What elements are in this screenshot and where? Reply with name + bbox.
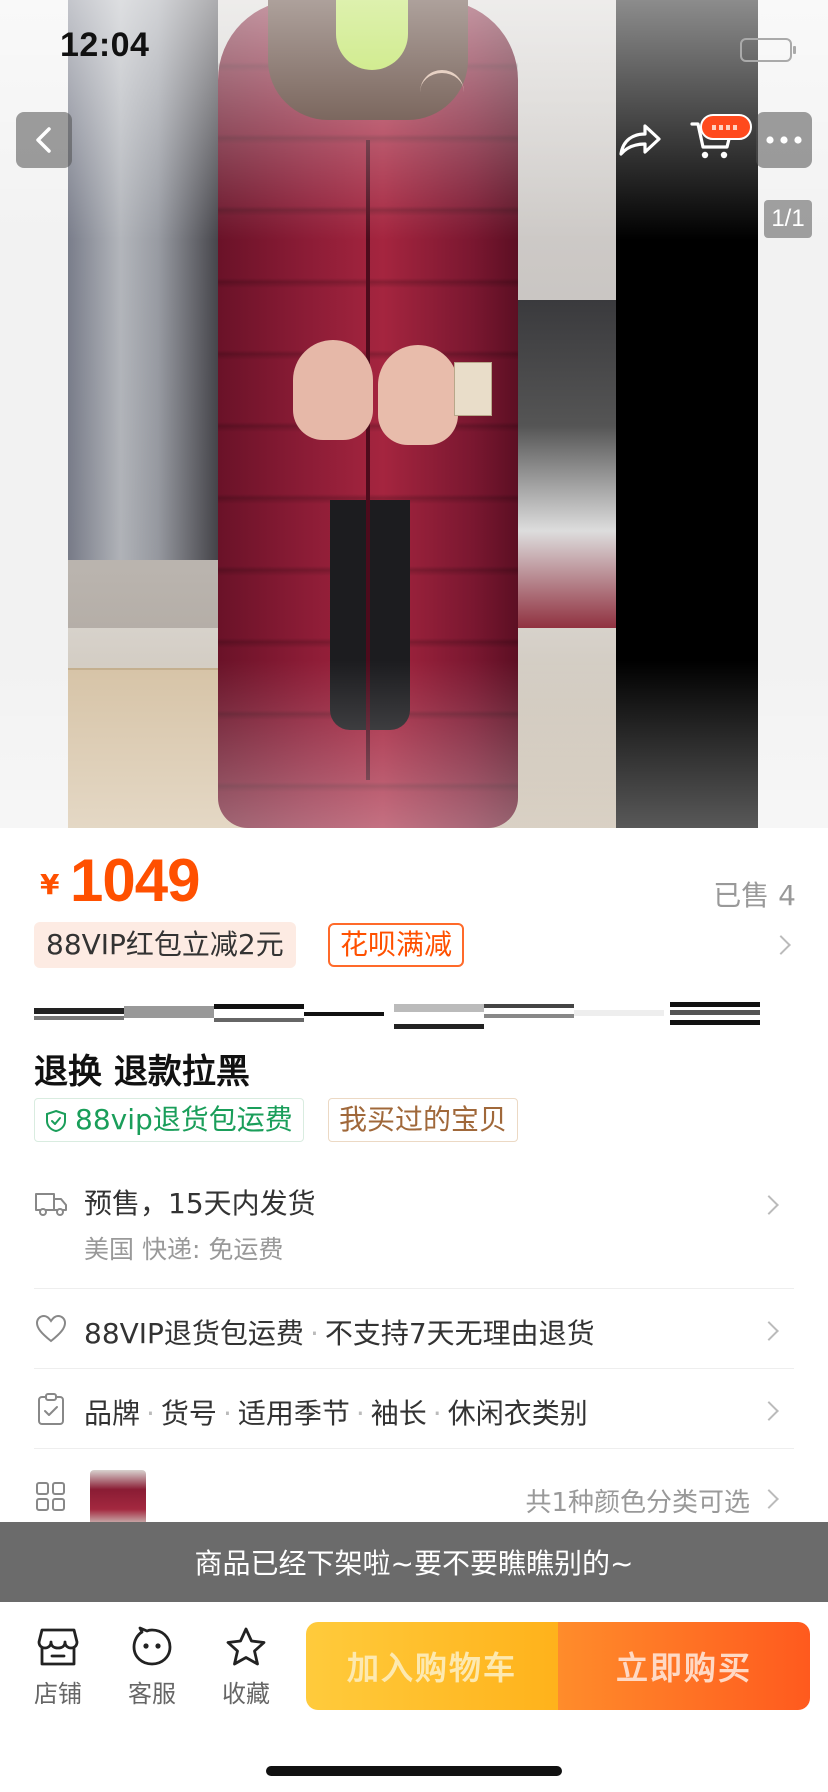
battery-icon <box>740 38 796 62</box>
divider <box>34 1368 794 1369</box>
star-icon <box>226 1627 266 1666</box>
spec-brand: 品牌 <box>84 1397 141 1430</box>
spec-season: 适用季节 <box>237 1397 350 1430</box>
promo-row[interactable]: 88VIP红包立减2元 花呗满减 <box>34 922 796 968</box>
chevron-right-icon <box>759 1401 779 1421</box>
delisted-banner[interactable]: 商品已经下架啦~要不要瞧瞧别的~ <box>0 1522 828 1602</box>
redacted-title-line <box>34 1002 762 1032</box>
truck-icon <box>35 1193 67 1216</box>
shipping-label: 预售，15天内发货 <box>84 1187 316 1220</box>
chevron-left-icon <box>36 127 51 153</box>
divider <box>34 1288 794 1289</box>
free-return-tag: 88vip退货包运费 <box>34 1098 304 1142</box>
favorite-button[interactable]: 收藏 <box>208 1626 284 1709</box>
chevron-right-icon <box>759 1489 779 1509</box>
product-title: 退换 退款拉黑 <box>34 1052 250 1092</box>
back-button[interactable] <box>16 112 72 168</box>
variants-row[interactable]: 共1种颜色分类可选 <box>34 1466 794 1526</box>
service-text: 88VIP退货包运费 · 不支持7天无理由退货 <box>84 1317 595 1350</box>
shield-check-icon <box>46 1109 66 1133</box>
add-to-cart-button[interactable]: 加入购物车 <box>306 1622 558 1710</box>
variant-thumbnail[interactable] <box>90 1470 146 1526</box>
free-return-tag-label: 88vip退货包运费 <box>75 1103 293 1136</box>
currency-symbol: ¥ <box>40 868 60 901</box>
customer-service-button[interactable]: 客服 <box>114 1626 190 1709</box>
spec-sleeve: 袖长 <box>370 1397 427 1430</box>
more-button[interactable] <box>756 112 812 168</box>
service-row[interactable]: 88VIP退货包运费 · 不支持7天无理由退货 <box>34 1310 794 1350</box>
home-indicator[interactable] <box>266 1766 562 1776</box>
status-time: 12:04 <box>60 26 150 64</box>
chevron-right-icon <box>771 935 791 955</box>
share-button[interactable] <box>608 108 672 172</box>
service-item-no-7day-return: 不支持7天无理由退货 <box>324 1317 595 1350</box>
store-icon <box>37 1628 79 1666</box>
grid-icon <box>36 1482 65 1511</box>
spec-item-no: 货号 <box>160 1397 217 1430</box>
customer-service-label: 客服 <box>128 1680 176 1708</box>
specs-text: 品牌 · 货号 · 适用季节 · 袖长 · 休闲衣类别 <box>84 1397 588 1430</box>
shipping-detail: 美国 快递: 免运费 <box>84 1235 284 1264</box>
chevron-right-icon <box>759 1321 779 1341</box>
share-icon <box>619 124 661 156</box>
customer-service-icon <box>132 1626 172 1666</box>
spec-category: 休闲衣类别 <box>447 1397 588 1430</box>
service-item-free-return: 88VIP退货包运费 <box>84 1317 304 1350</box>
shipping-row[interactable]: 预售，15天内发货 美国 快递: 免运费 <box>34 1180 794 1270</box>
divider <box>34 1448 794 1449</box>
variants-count-text: 共1种颜色分类可选 <box>525 1488 750 1518</box>
favorite-label: 收藏 <box>222 1680 270 1708</box>
store-label: 店铺 <box>34 1680 82 1708</box>
huabei-discount-badge: 花呗满减 <box>328 923 465 967</box>
specs-row[interactable]: 品牌 · 货号 · 适用季节 · 袖长 · 休闲衣类别 <box>34 1390 794 1430</box>
product-price: 1049 <box>70 847 200 914</box>
buy-now-button[interactable]: 立即购买 <box>558 1622 810 1710</box>
image-page-indicator: 1/1 <box>764 200 812 238</box>
heart-icon <box>35 1314 67 1343</box>
store-button[interactable]: 店铺 <box>20 1626 96 1709</box>
bought-before-tag: 我买过的宝贝 <box>328 1098 519 1142</box>
price-row: ¥ 1049 已售 4 <box>40 846 796 916</box>
cart-badge <box>700 114 752 140</box>
sold-count: 已售 4 <box>713 879 796 912</box>
clipboard-icon <box>38 1393 64 1425</box>
more-dots-icon <box>766 136 802 144</box>
bottom-action-bar: 店铺 客服 收藏 加入购物车 立即购买 <box>0 1602 828 1792</box>
chevron-right-icon <box>759 1195 779 1215</box>
vip-coupon-badge: 88VIP红包立减2元 <box>34 922 296 968</box>
